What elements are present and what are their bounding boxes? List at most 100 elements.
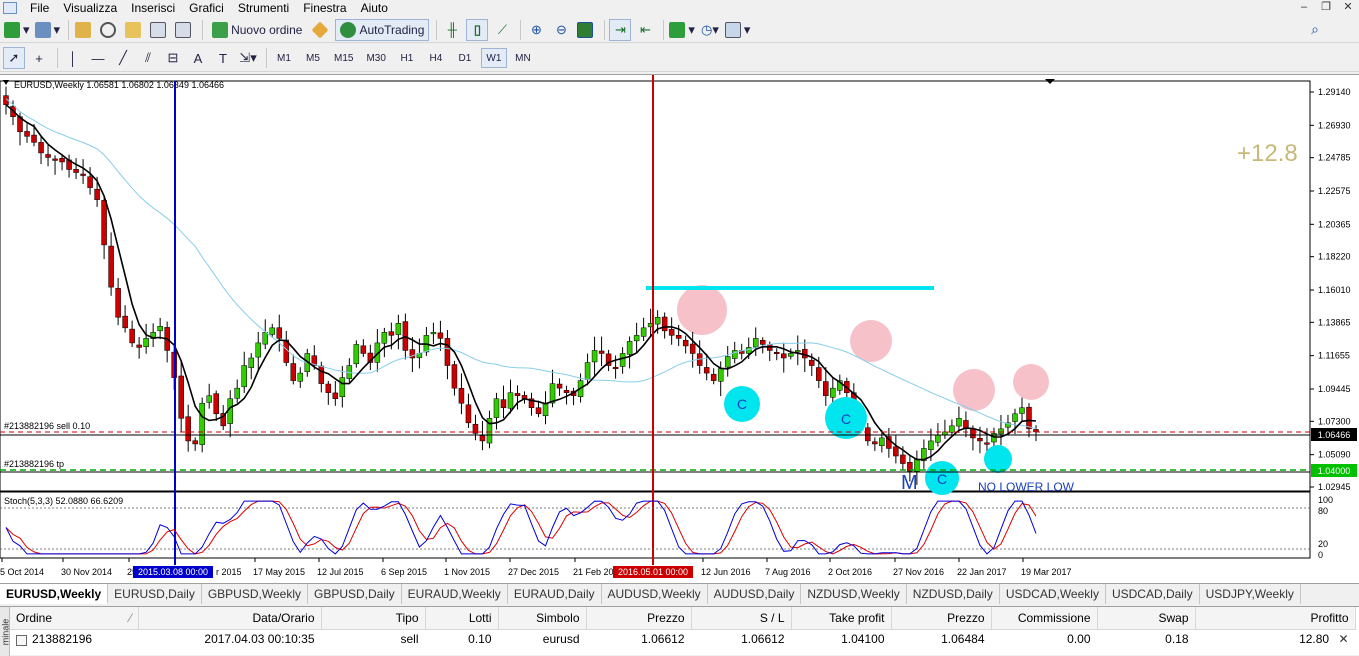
menu-tools[interactable]: Strumenti	[231, 0, 296, 16]
svg-text:2015.03.08 00:00: 2015.03.08 00:00	[138, 567, 208, 577]
candle-body	[935, 434, 941, 443]
profiles-button[interactable]: ▾	[34, 19, 62, 41]
cell-tipo: sell	[321, 629, 426, 649]
chart-shift-button[interactable]: ⇤	[634, 19, 656, 41]
candlestick-button[interactable]: ▯	[466, 18, 489, 41]
tab-nzdusd-weekly[interactable]: NZDUSD,Weekly	[801, 584, 907, 604]
col-profitto[interactable]: Profitto	[1195, 607, 1356, 630]
tab-eurusd-daily[interactable]: EURUSD,Daily	[108, 584, 202, 604]
col-commissione[interactable]: Commissione	[991, 607, 1098, 630]
channel-button[interactable]: ⫽	[137, 47, 159, 69]
terminal-side-tab[interactable]: minale	[0, 607, 10, 656]
timeframe-w1[interactable]: W1	[480, 48, 507, 68]
market-watch-icon	[74, 21, 91, 38]
terminal-button[interactable]	[148, 19, 170, 41]
timeframe-m1[interactable]: M1	[271, 48, 297, 68]
tab-gbpusd-daily[interactable]: GBPUSD,Daily	[308, 584, 402, 604]
periods-button[interactable]: ◷ ▾	[699, 19, 721, 41]
candle-body	[178, 375, 184, 419]
restore-icon[interactable]: ❐	[1315, 0, 1337, 14]
tab-nzdusd-daily[interactable]: NZDUSD,Daily	[907, 584, 1000, 604]
tab-usdjpy-weekly[interactable]: USDJPY,Weekly	[1200, 584, 1301, 604]
col-data-orario[interactable]: Data/Orario	[138, 607, 322, 630]
col-lotti[interactable]: Lotti	[425, 607, 499, 630]
col-take-profit[interactable]: Take profit	[791, 607, 892, 630]
navigator-button[interactable]	[123, 19, 145, 41]
fibonacci-button[interactable]: ⊟	[162, 47, 184, 69]
tester-button[interactable]	[173, 19, 195, 41]
col-swap[interactable]: Swap	[1097, 607, 1196, 630]
candle-body	[465, 404, 472, 424]
candle-body	[717, 368, 724, 382]
zoom-out-button[interactable]: ⊖	[550, 19, 572, 41]
tab-eurusd-weekly[interactable]: EURUSD,Weekly	[0, 584, 109, 604]
templates-button[interactable]: ▾	[724, 19, 752, 41]
crosshair-button[interactable]: +	[28, 47, 50, 69]
col-prezzo-current[interactable]: Prezzo	[891, 607, 992, 630]
text-button[interactable]: A	[187, 47, 209, 69]
timeframe-d1[interactable]: D1	[452, 48, 478, 68]
menu-file[interactable]: File	[23, 0, 56, 16]
menu-window[interactable]: Finestra	[296, 0, 353, 16]
auto-scroll-button[interactable]: ⇥	[609, 18, 632, 41]
date-tick-label: 27 Nov 2016	[893, 567, 944, 577]
col-sl[interactable]: S / L	[691, 607, 792, 630]
tab-euraud-weekly[interactable]: EURAUD,Weekly	[402, 584, 508, 604]
table-row[interactable]: 213882196 2017.04.03 00:10:35 sell 0.10 …	[10, 629, 1356, 649]
close-order-icon[interactable]: ✕	[1338, 632, 1348, 646]
tab-euraud-daily[interactable]: EURAUD,Daily	[508, 584, 602, 604]
resistance-line[interactable]	[646, 286, 934, 290]
tab-usdcad-weekly[interactable]: USDCAD,Weekly	[1000, 584, 1106, 604]
trendline-button[interactable]: ╱	[112, 47, 134, 69]
new-chart-button[interactable]: ▾	[3, 19, 31, 41]
col-simbolo[interactable]: Simbolo	[498, 607, 587, 630]
text-label-button[interactable]: T	[212, 47, 234, 69]
menu-insert[interactable]: Inserisci	[124, 0, 182, 16]
candle-body	[353, 344, 360, 365]
timeframe-m5[interactable]: M5	[300, 48, 326, 68]
close-icon[interactable]: ✕	[1337, 0, 1359, 14]
timeframe-m15[interactable]: M15	[329, 48, 358, 68]
timeframe-m30[interactable]: M30	[361, 48, 390, 68]
arrows-button[interactable]: ⇲ ▾	[237, 47, 259, 69]
cursor-button[interactable]: ➚	[3, 47, 25, 69]
tab-audusd-weekly[interactable]: AUDUSD,Weekly	[602, 584, 708, 604]
candle-body	[227, 398, 233, 424]
menu-charts[interactable]: Grafici	[182, 0, 231, 16]
timeframe-mn[interactable]: MN	[510, 48, 536, 68]
col-prezzo[interactable]: Prezzo	[586, 607, 692, 630]
metaeditor-button[interactable]	[310, 19, 332, 41]
bar-chart-button[interactable]: ╫	[441, 19, 463, 41]
crosshair-icon	[99, 21, 116, 38]
price-chart[interactable]: 1.29140 1.26930 1.24785 1.22575 1.20365 1.182…	[0, 75, 1359, 584]
order-icon	[16, 634, 27, 646]
col-ordine[interactable]: Ordine ⁄	[10, 607, 139, 630]
tab-gbpusd-weekly[interactable]: GBPUSD,Weekly	[202, 584, 308, 604]
chart-window[interactable]: 1.29140 1.26930 1.24785 1.22575 1.20365 1.182…	[0, 74, 1359, 583]
indicators-button[interactable]: ▾	[668, 19, 696, 41]
menu-help[interactable]: Aiuto	[354, 0, 395, 16]
col-tipo[interactable]: Tipo	[321, 607, 426, 630]
tab-usdcad-daily[interactable]: USDCAD,Daily	[1106, 584, 1200, 604]
candle-body	[556, 383, 563, 389]
horizontal-line-button[interactable]: —	[87, 47, 109, 69]
orders-header-row: Ordine ⁄ Data/Orario Tipo Lotti Simbolo …	[10, 607, 1356, 630]
candle-body	[206, 395, 212, 403]
new-order-button[interactable]: Nuovo ordine	[207, 19, 307, 41]
tile-windows-button[interactable]	[575, 19, 597, 41]
sort-icon: ⁄	[129, 610, 132, 625]
tab-audusd-daily[interactable]: AUDUSD,Daily	[708, 584, 802, 604]
vertical-line-button[interactable]: │	[62, 47, 84, 69]
line-chart-button[interactable]: ⟋	[491, 19, 513, 41]
search-icon[interactable]: ⌕	[1311, 21, 1319, 38]
market-watch-button[interactable]	[73, 19, 95, 41]
timeframe-h1[interactable]: H1	[394, 48, 420, 68]
data-window-button[interactable]	[98, 19, 120, 41]
autotrading-icon	[340, 21, 357, 38]
menu-view[interactable]: Visualizza	[56, 0, 124, 16]
candle-body	[157, 326, 163, 332]
minimize-icon[interactable]: –	[1293, 0, 1315, 14]
autotrading-button[interactable]: AutoTrading	[335, 18, 430, 41]
timeframe-h4[interactable]: H4	[423, 48, 449, 68]
zoom-in-button[interactable]: ⊕	[525, 19, 547, 41]
